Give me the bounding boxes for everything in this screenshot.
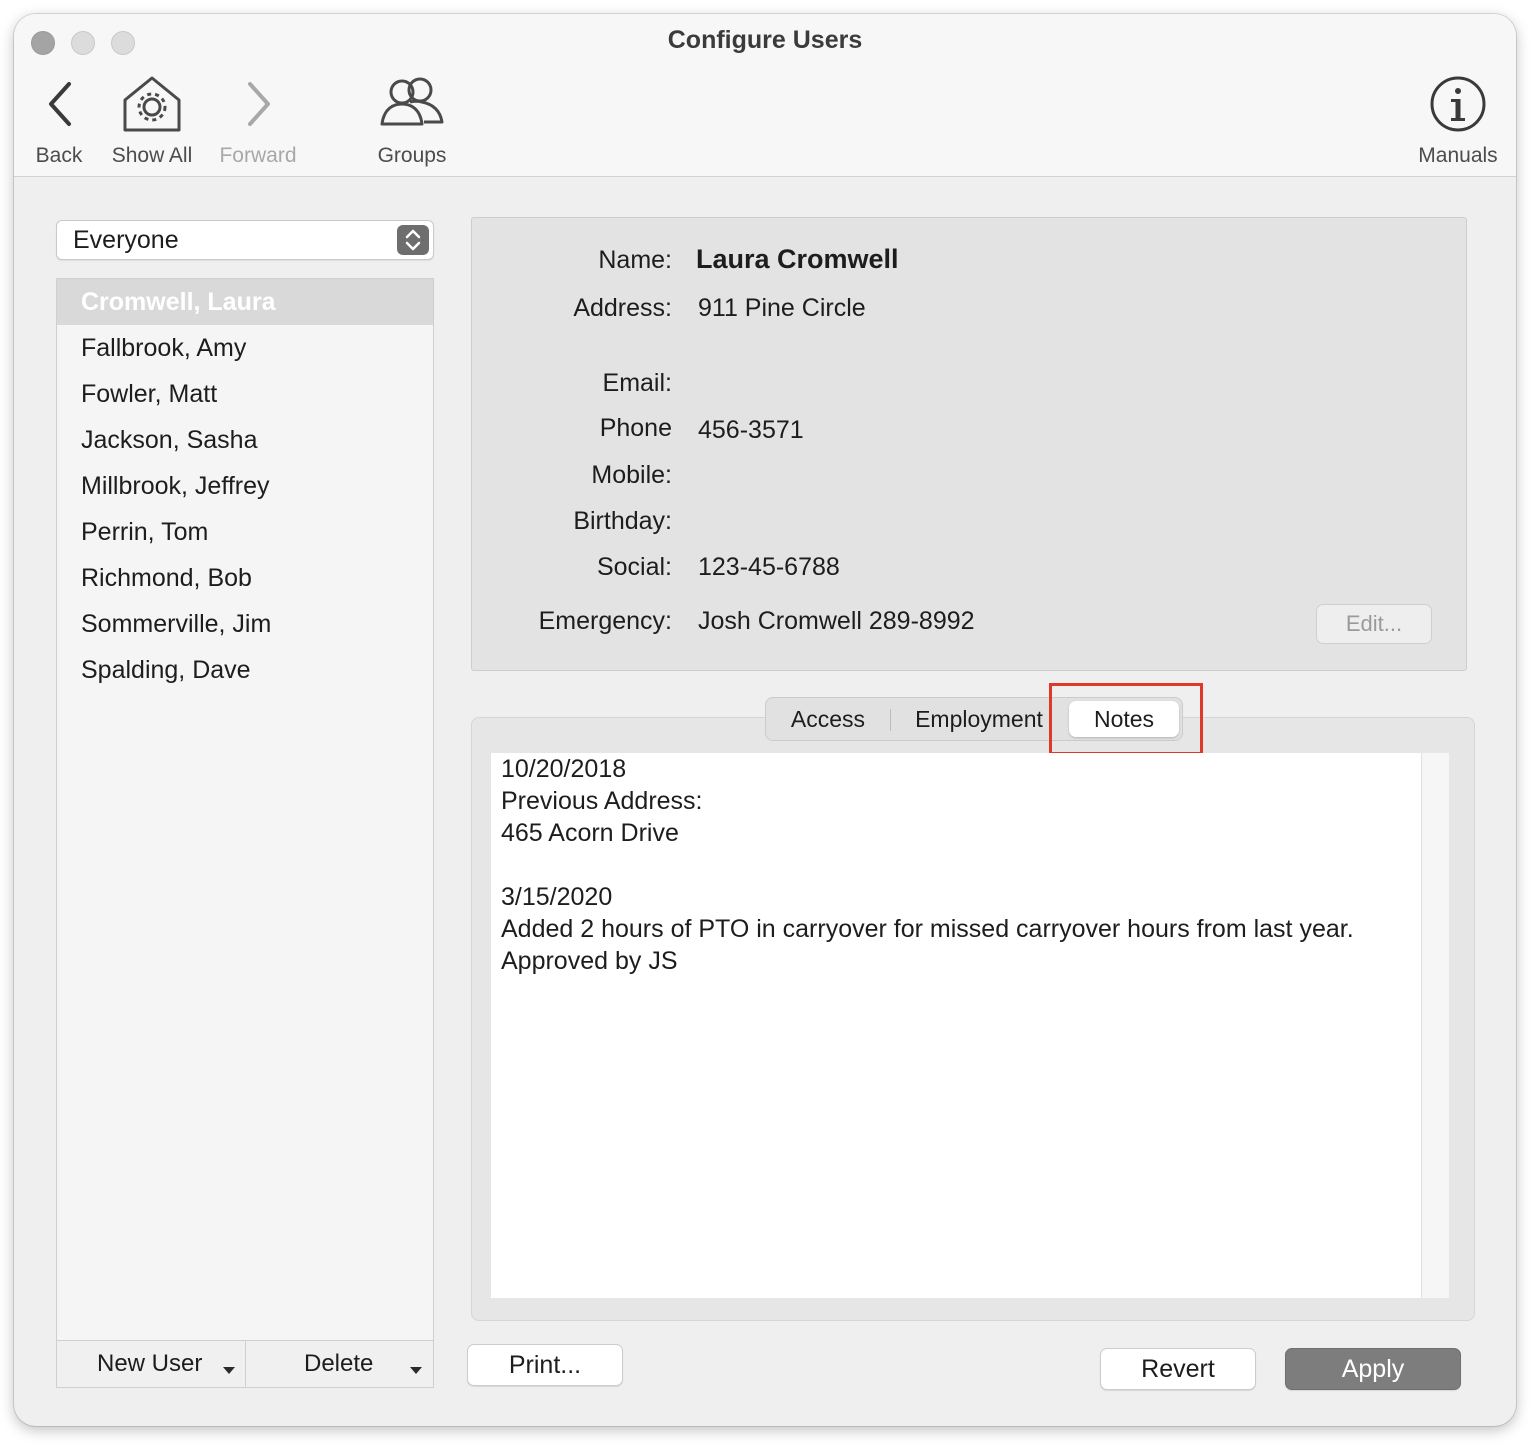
popup-stepper-icon [397, 225, 429, 255]
chevron-down-icon [223, 1367, 235, 1374]
new-user-button[interactable]: New User [57, 1341, 245, 1387]
note-line: Added 2 hours of PTO in carryover for mi… [501, 915, 1354, 975]
user-details-panel: Name: Laura Cromwell Address: 911 Pine C… [471, 217, 1467, 671]
list-item[interactable]: Sommerville, Jim [57, 601, 433, 647]
user-list[interactable]: Cromwell, Laura Fallbrook, Amy Fowler, M… [56, 278, 434, 1388]
show-all-label: Show All [111, 144, 193, 167]
tab-access[interactable]: Access [766, 698, 890, 740]
list-item[interactable]: Millbrook, Jeffrey [57, 463, 433, 509]
print-button[interactable]: Print... [467, 1344, 623, 1386]
user-filter-value: Everyone [73, 226, 179, 254]
groups-button[interactable]: Groups [364, 74, 460, 168]
tab-employment[interactable]: Employment [904, 698, 1054, 740]
title-bar: Configure Users Back Show All Forward Gr… [14, 14, 1516, 177]
forward-label: Forward [219, 144, 297, 167]
forward-button[interactable]: Forward [210, 74, 306, 168]
user-filter-popup[interactable]: Everyone [56, 220, 434, 260]
name-label: Name: [598, 246, 672, 274]
list-item[interactable]: Fowler, Matt [57, 371, 433, 417]
notes-text-area[interactable]: 10/20/2018 Previous Address: 465 Acorn D… [491, 753, 1421, 1298]
list-item[interactable]: Fallbrook, Amy [57, 325, 433, 371]
mobile-label: Mobile: [591, 461, 672, 489]
list-item[interactable]: Spalding, Dave [57, 647, 433, 693]
configure-users-window: Configure Users Back Show All Forward Gr… [14, 14, 1516, 1426]
note-line: Previous Address: [501, 787, 703, 815]
window-title: Configure Users [667, 26, 863, 54]
phone-value: 456-3571 [698, 416, 804, 444]
note-line [491, 849, 1371, 881]
house-gear-icon [123, 76, 181, 132]
edit-emergency-button[interactable]: Edit... [1316, 604, 1432, 644]
show-all-button[interactable]: Show All [104, 74, 200, 168]
revert-button[interactable]: Revert [1100, 1348, 1256, 1390]
notes-tab-highlight [1049, 683, 1203, 755]
emergency-value: Josh Cromwell 289-8992 [698, 607, 975, 635]
address-label: Address: [573, 294, 672, 322]
back-label: Back [35, 144, 83, 167]
manuals-button[interactable]: Manuals [1410, 74, 1506, 168]
notes-scrollbar[interactable] [1421, 753, 1449, 1298]
delete-button[interactable]: Delete [246, 1341, 433, 1387]
groups-icon [380, 77, 444, 126]
list-item[interactable]: Richmond, Bob [57, 555, 433, 601]
address-value: 911 Pine Circle [698, 294, 866, 322]
new-user-label: New User [97, 1350, 203, 1377]
social-label: Social: [596, 553, 672, 581]
divider [890, 709, 891, 731]
name-value: Laura Cromwell [696, 244, 899, 274]
user-list-bar: New User Delete [57, 1340, 433, 1387]
groups-label: Groups [377, 144, 447, 167]
social-value: 123-45-6788 [698, 553, 840, 581]
list-item[interactable]: Jackson, Sasha [57, 417, 433, 463]
info-icon [1430, 76, 1486, 132]
email-label: Email: [602, 369, 672, 397]
delete-label: Delete [304, 1350, 374, 1377]
list-item[interactable]: Cromwell, Laura [57, 279, 433, 325]
birthday-label: Birthday: [573, 507, 672, 535]
chevron-down-icon [410, 1367, 422, 1374]
emergency-label: Emergency: [538, 607, 672, 635]
chevron-left-icon [49, 82, 71, 126]
apply-button[interactable]: Apply [1285, 1348, 1461, 1390]
note-line: 3/15/2020 [501, 883, 613, 911]
phone-label: Phone [599, 414, 672, 442]
chevron-right-icon [248, 82, 270, 126]
note-line: 10/20/2018 [501, 755, 627, 783]
back-button[interactable]: Back [28, 74, 90, 168]
manuals-label: Manuals [1418, 144, 1498, 167]
notes-content: 10/20/2018 Previous Address: 465 Acorn D… [491, 753, 1371, 977]
list-item[interactable]: Perrin, Tom [57, 509, 433, 555]
note-line: 465 Acorn Drive [501, 819, 679, 847]
